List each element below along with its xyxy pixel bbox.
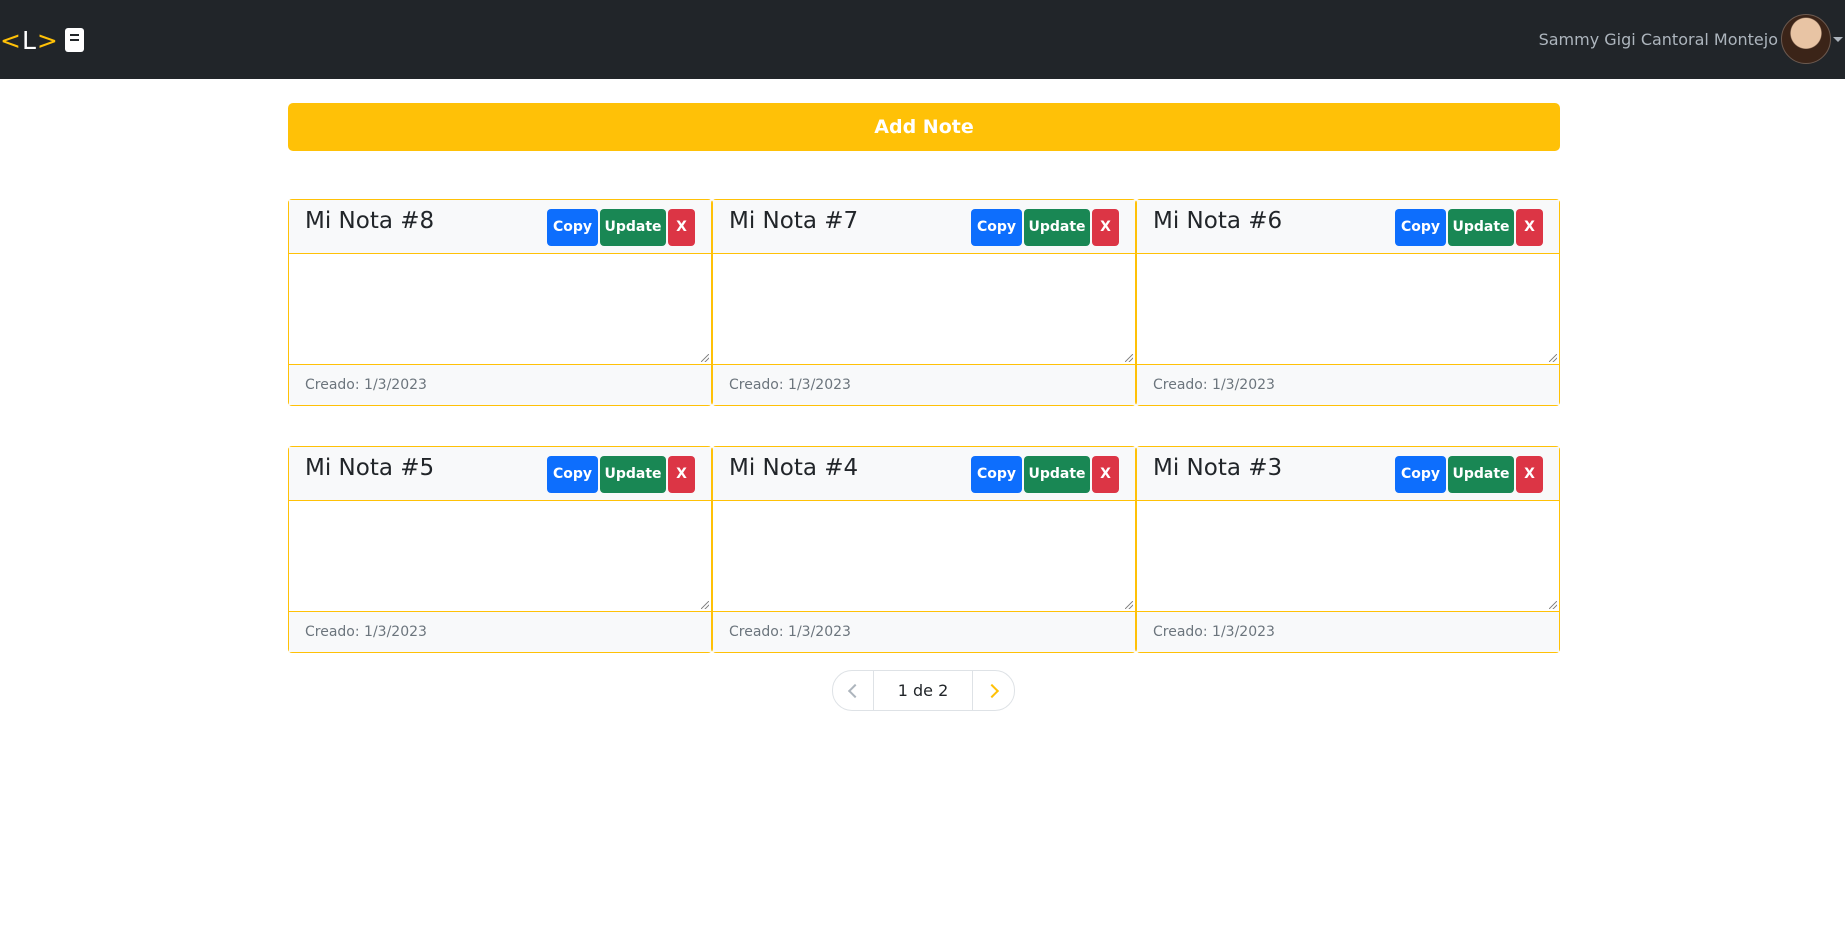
note-footer: Creado: 1/3/2023 [1137, 365, 1559, 405]
update-button[interactable]: Update [1448, 456, 1514, 493]
delete-button[interactable]: X [1092, 209, 1119, 246]
logo-text: <L> [0, 25, 59, 55]
note-card: Mi Nota #7 Copy Update X Creado: 1/3/202… [712, 199, 1136, 406]
navbar: <L> Sammy Gigi Cantoral Montejo [0, 0, 1845, 79]
created-date: Creado: 1/3/2023 [1153, 377, 1275, 393]
note-textarea[interactable] [289, 501, 711, 612]
note-header: Mi Nota #4 Copy Update X [713, 447, 1135, 501]
copy-button[interactable]: Copy [971, 209, 1022, 246]
created-date: Creado: 1/3/2023 [305, 377, 427, 393]
created-date: Creado: 1/3/2023 [305, 624, 427, 640]
resize-grip-icon[interactable] [1125, 601, 1133, 609]
note-title: Mi Nota #8 [305, 208, 435, 234]
copy-button[interactable]: Copy [971, 456, 1022, 493]
created-date: Creado: 1/3/2023 [729, 377, 851, 393]
update-button[interactable]: Update [600, 456, 666, 493]
next-page-button[interactable] [973, 671, 1014, 710]
note-footer: Creado: 1/3/2023 [713, 365, 1135, 405]
note-card: Mi Nota #8 Copy Update X Creado: 1/3/202… [288, 199, 712, 406]
note-card: Mi Nota #4 Copy Update X Creado: 1/3/202… [712, 446, 1136, 653]
delete-button[interactable]: X [668, 209, 695, 246]
note-header: Mi Nota #7 Copy Update X [713, 200, 1135, 254]
note-header: Mi Nota #6 Copy Update X [1137, 200, 1559, 254]
update-button[interactable]: Update [600, 209, 666, 246]
delete-button[interactable]: X [1516, 209, 1543, 246]
update-button[interactable]: Update [1024, 209, 1090, 246]
note-header: Mi Nota #3 Copy Update X [1137, 447, 1559, 501]
delete-button[interactable]: X [1092, 456, 1119, 493]
copy-button[interactable]: Copy [547, 209, 598, 246]
copy-button[interactable]: Copy [1395, 456, 1446, 493]
user-menu[interactable]: Sammy Gigi Cantoral Montejo [1539, 13, 1845, 65]
created-date: Creado: 1/3/2023 [729, 624, 851, 640]
note-header: Mi Nota #8 Copy Update X [289, 200, 711, 254]
pagination: 1 de 2 [832, 670, 1015, 711]
note-textarea[interactable] [289, 254, 711, 365]
note-title: Mi Nota #7 [729, 208, 859, 234]
copy-button[interactable]: Copy [1395, 209, 1446, 246]
add-note-button[interactable]: Add Note [288, 103, 1560, 151]
page-indicator: 1 de 2 [874, 671, 973, 710]
note-textarea[interactable] [713, 501, 1135, 612]
note-textarea[interactable] [1137, 501, 1559, 612]
note-header: Mi Nota #5 Copy Update X [289, 447, 711, 501]
note-textarea[interactable] [1137, 254, 1559, 365]
resize-grip-icon[interactable] [701, 601, 709, 609]
note-textarea[interactable] [713, 254, 1135, 365]
logo[interactable]: <L> [0, 20, 84, 60]
resize-grip-icon[interactable] [1125, 354, 1133, 362]
chevron-right-icon [984, 683, 999, 698]
note-footer: Creado: 1/3/2023 [713, 612, 1135, 652]
note-footer: Creado: 1/3/2023 [1137, 612, 1559, 652]
note-footer: Creado: 1/3/2023 [289, 365, 711, 405]
update-button[interactable]: Update [1448, 209, 1514, 246]
note-card: Mi Nota #6 Copy Update X Creado: 1/3/202… [1136, 199, 1560, 406]
note-title: Mi Nota #6 [1153, 208, 1283, 234]
resize-grip-icon[interactable] [1549, 354, 1557, 362]
update-button[interactable]: Update [1024, 456, 1090, 493]
caret-down-icon[interactable] [1833, 36, 1843, 42]
created-date: Creado: 1/3/2023 [1153, 624, 1275, 640]
chevron-left-icon [847, 683, 863, 698]
note-card: Mi Nota #3 Copy Update X Creado: 1/3/202… [1136, 446, 1560, 653]
resize-grip-icon[interactable] [1549, 601, 1557, 609]
previous-page-button[interactable] [833, 671, 874, 710]
avatar[interactable] [1781, 14, 1831, 64]
note-title: Mi Nota #4 [729, 455, 859, 481]
note-title: Mi Nota #3 [1153, 455, 1283, 481]
resize-grip-icon[interactable] [701, 354, 709, 362]
book-icon [64, 28, 84, 52]
copy-button[interactable]: Copy [547, 456, 598, 493]
note-footer: Creado: 1/3/2023 [289, 612, 711, 652]
note-title: Mi Nota #5 [305, 455, 435, 481]
user-name: Sammy Gigi Cantoral Montejo [1538, 29, 1778, 49]
delete-button[interactable]: X [1516, 456, 1543, 493]
delete-button[interactable]: X [668, 456, 695, 493]
note-card: Mi Nota #5 Copy Update X Creado: 1/3/202… [288, 446, 712, 653]
